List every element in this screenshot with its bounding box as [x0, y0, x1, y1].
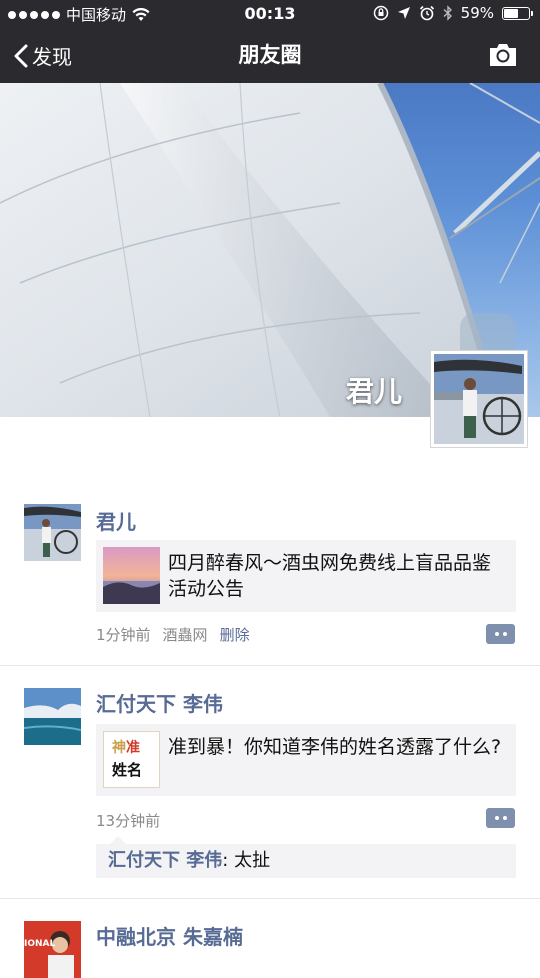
feed-post: 君儿 四月醉春风～酒虫网免费线上盲品品鉴活动公告 1分钟前 酒蟲网 删除 — [0, 486, 540, 666]
comment-menu-button[interactable] — [486, 624, 515, 644]
sunset-thumbnail — [103, 547, 160, 604]
feed-post: IONAL 中融北京 朱嘉楠 — [0, 899, 540, 978]
link-title: 四月醉春风～酒虫网免费线上盲品品鉴活动公告 — [168, 552, 492, 600]
cover-user-name[interactable]: 君儿 — [346, 370, 402, 410]
thumb-text-3: 姓名 — [112, 761, 143, 779]
comment-text: 太扯 — [234, 850, 271, 871]
post-source[interactable]: 酒蟲网 — [163, 624, 208, 645]
my-avatar[interactable] — [430, 350, 528, 448]
comment-item[interactable]: 汇付天下 李伟: 太扯 — [96, 836, 516, 878]
thumb-text-2: 准 — [126, 740, 140, 756]
link-thumbnail: 神准 姓名 — [103, 731, 160, 788]
battery-icon — [502, 6, 533, 20]
post-author-name[interactable]: 君儿 — [96, 506, 136, 535]
camera-button[interactable] — [488, 41, 518, 69]
nav-bar: 发现 朋友圈 — [0, 28, 540, 83]
location-icon — [397, 7, 410, 19]
post-author-avatar[interactable] — [24, 688, 81, 745]
status-bar: 中国移动 00:13 59% — [0, 0, 540, 28]
avatar-caption: IONAL — [24, 939, 56, 949]
link-thumbnail — [103, 547, 160, 604]
shared-link-card[interactable]: 四月醉春风～酒虫网免费线上盲品品鉴活动公告 — [96, 540, 516, 612]
comment-separator: : — [222, 850, 235, 871]
chevron-left-icon — [14, 44, 28, 67]
post-meta: 1分钟前 酒蟲网 删除 — [96, 624, 250, 645]
shared-link-card[interactable]: 神准 姓名 准到暴！你知道李伟的姓名透露了什么? — [96, 724, 516, 796]
post-author-name[interactable]: 中融北京 朱嘉楠 — [96, 921, 243, 950]
post-author-name[interactable]: 汇付天下 李伟 — [96, 688, 223, 717]
back-button[interactable]: 发现 — [14, 28, 72, 83]
avatar-photo — [24, 921, 81, 978]
orientation-lock-icon — [373, 5, 388, 21]
thumb-text-1: 神 — [112, 740, 126, 756]
status-right: 59% — [373, 4, 533, 22]
delete-button[interactable]: 删除 — [220, 624, 250, 645]
post-time: 13分钟前 — [96, 812, 161, 830]
post-author-avatar[interactable] — [24, 504, 81, 561]
page-title: 朋友圈 — [238, 43, 302, 67]
post-author-avatar[interactable]: IONAL — [24, 921, 81, 978]
post-time: 1分钟前 — [96, 626, 151, 644]
feed-post: 汇付天下 李伟 神准 姓名 准到暴！你知道李伟的姓名透露了什么? 13分钟前 汇… — [0, 666, 540, 899]
alarm-icon — [419, 5, 434, 21]
avatar-photo — [24, 688, 81, 745]
battery-percent: 59% — [460, 4, 494, 22]
comment-menu-button[interactable] — [486, 808, 515, 828]
avatar-photo — [24, 504, 81, 561]
bluetooth-icon — [443, 5, 452, 21]
link-title: 准到暴！你知道李伟的姓名透露了什么? — [168, 736, 502, 758]
camera-icon — [490, 44, 516, 66]
back-label: 发现 — [32, 45, 72, 69]
battery-fill — [504, 8, 518, 18]
avatar-photo — [434, 354, 524, 444]
comment-author[interactable]: 汇付天下 李伟 — [108, 850, 222, 871]
post-meta: 13分钟前 — [96, 810, 160, 831]
